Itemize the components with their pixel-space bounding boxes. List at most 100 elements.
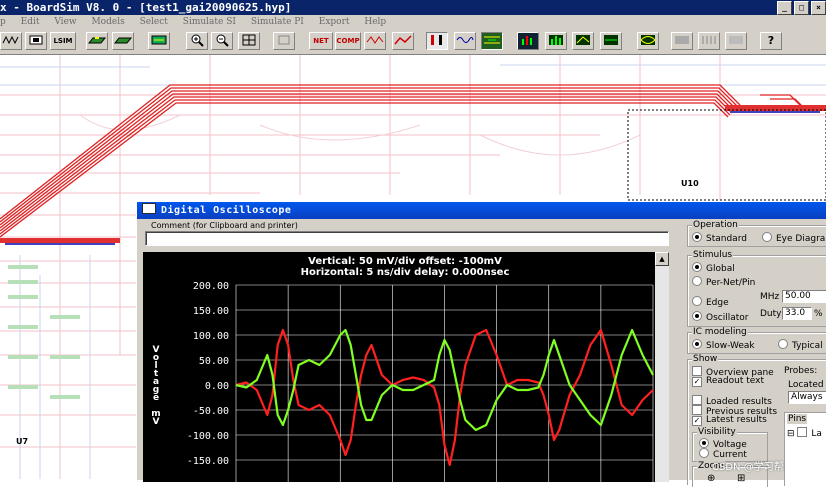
spectrum-button[interactable] bbox=[517, 32, 539, 50]
per-net-radio[interactable]: Per-Net/Pin bbox=[692, 276, 755, 288]
menu-simulate-pi[interactable]: Simulate PI bbox=[251, 15, 304, 29]
mhz-label: MHz bbox=[760, 292, 780, 302]
disabled-tool-button[interactable] bbox=[273, 32, 295, 50]
readout-text-box: ✓ bbox=[692, 377, 702, 387]
zoom-out-button[interactable] bbox=[211, 32, 233, 50]
visibility-title: Visibility bbox=[697, 427, 737, 437]
readout-text-checkbox[interactable]: ✓ Readout text bbox=[692, 376, 764, 387]
gray-tool-1-icon bbox=[675, 36, 689, 44]
oscilloscope-dialog: Digital Oscilloscope Comment (for Clipbo… bbox=[136, 201, 826, 487]
latest-results-box: ✓ bbox=[692, 416, 702, 426]
bar-chart-button[interactable] bbox=[545, 32, 567, 50]
scope-screen[interactable]: Vertical: 50 mV/div offset: -100mV Horiz… bbox=[143, 252, 667, 482]
app-title: x - BoardSim V8. 0 - [test1_gai20090625.… bbox=[0, 1, 292, 14]
menu-select[interactable]: Select bbox=[140, 15, 168, 29]
waveform-tool-button[interactable] bbox=[0, 32, 22, 50]
green-pads bbox=[8, 265, 80, 399]
oscillator-radio-dot bbox=[692, 311, 702, 321]
global-radio[interactable]: Global bbox=[692, 262, 735, 274]
scope-wave-button[interactable] bbox=[454, 32, 476, 50]
per-net-radio-dot bbox=[692, 276, 702, 286]
oscillator-radio[interactable]: Oscillator bbox=[692, 311, 748, 323]
gray-tool-3-button[interactable] bbox=[725, 32, 747, 50]
slow-weak-radio[interactable]: Slow-Weak bbox=[692, 339, 755, 351]
menu-view[interactable]: View bbox=[54, 15, 76, 29]
pins-tree-item[interactable]: ⊟ La bbox=[787, 427, 822, 439]
y-tick-label: 200.00 bbox=[193, 281, 229, 292]
eye-diagram-label: Eye Diagram bbox=[776, 234, 826, 244]
disabled-tool-icon bbox=[278, 35, 290, 45]
standard-radio-dot bbox=[692, 232, 702, 242]
oscillator-label: Oscillator bbox=[706, 313, 749, 323]
stimulus-title: Stimulus bbox=[692, 250, 734, 260]
eye-mask-button[interactable] bbox=[637, 32, 659, 50]
gray-tool-1-button[interactable] bbox=[671, 32, 693, 50]
maximize-button[interactable]: □ bbox=[794, 1, 809, 15]
lsim-button[interactable]: LSIM bbox=[50, 32, 76, 50]
edge-radio-dot bbox=[692, 296, 702, 306]
previous-results-box bbox=[692, 405, 702, 415]
board-outline-button[interactable] bbox=[148, 32, 170, 50]
global-radio-dot bbox=[692, 262, 702, 272]
show-title: Show bbox=[692, 354, 719, 364]
zoom-in-button[interactable] bbox=[186, 32, 208, 50]
operation-title: Operation bbox=[692, 220, 739, 230]
edge-radio[interactable]: Edge bbox=[692, 296, 729, 308]
green-plane-button[interactable] bbox=[112, 32, 134, 50]
standard-radio[interactable]: Standard bbox=[692, 232, 747, 244]
readout-text-label: Readout text bbox=[706, 376, 764, 386]
operation-group: Operation Standard Eye Diagram bbox=[687, 220, 826, 247]
watermark: CSDN @学习帮 bbox=[712, 462, 784, 473]
eye-diagram-button[interactable] bbox=[481, 32, 503, 50]
mhz-input[interactable]: 50.00 bbox=[782, 290, 826, 303]
gray-tool-2-button[interactable] bbox=[698, 32, 720, 50]
menu-bar: p Edit View Models Select Simulate SI Si… bbox=[0, 15, 826, 29]
located-label: Located bbox=[788, 380, 824, 390]
y-axis-title-char: e bbox=[153, 393, 159, 403]
green-board-button[interactable] bbox=[86, 32, 108, 50]
emc-button[interactable] bbox=[600, 32, 622, 50]
menu-edit[interactable]: Edit bbox=[21, 15, 40, 29]
fit-view-button[interactable] bbox=[238, 32, 260, 50]
probe-button[interactable] bbox=[426, 32, 448, 50]
typical-radio[interactable]: Typical bbox=[778, 339, 823, 351]
minimize-button[interactable]: _ bbox=[777, 1, 792, 15]
comment-input[interactable] bbox=[145, 231, 669, 246]
per-net-label: Per-Net/Pin bbox=[706, 278, 756, 288]
menu-help[interactable]: Help bbox=[364, 15, 386, 29]
menu-models[interactable]: Models bbox=[91, 15, 124, 29]
scroll-up-icon[interactable]: ▲ bbox=[655, 252, 669, 266]
crosstalk-button[interactable] bbox=[364, 32, 386, 50]
pins-list[interactable]: Pins ⊟ La bbox=[784, 412, 826, 486]
menu-file[interactable]: p bbox=[0, 15, 6, 29]
gray-tool-2-icon bbox=[702, 36, 716, 44]
duty-label: Duty bbox=[760, 309, 782, 319]
slow-weak-radio-dot bbox=[692, 339, 702, 349]
sweep-button[interactable] bbox=[572, 32, 594, 50]
help-button[interactable]: ? bbox=[760, 32, 782, 50]
located-select[interactable]: Always bbox=[788, 391, 826, 404]
close-button[interactable]: × bbox=[811, 1, 826, 15]
bga-top-right bbox=[725, 105, 826, 113]
y-tick-label: -200.00 bbox=[187, 481, 229, 482]
standard-label: Standard bbox=[706, 234, 747, 244]
window-icon bbox=[142, 203, 156, 214]
overview-pane-box bbox=[692, 366, 702, 376]
net-button[interactable]: NET bbox=[309, 32, 333, 50]
duty-input[interactable]: 33.0 bbox=[782, 307, 812, 320]
emc-icon bbox=[604, 35, 618, 45]
duty-unit: % bbox=[814, 309, 823, 319]
scope-scrollbar[interactable]: ▲ bbox=[655, 252, 669, 482]
probes-label: Probes: bbox=[784, 366, 818, 376]
board-tool-button[interactable] bbox=[25, 32, 47, 50]
latest-results-checkbox[interactable]: ✓ Latest results bbox=[692, 415, 767, 426]
u10-outline bbox=[627, 109, 826, 201]
signal-button[interactable] bbox=[392, 32, 414, 50]
eye-diagram-radio[interactable]: Eye Diagram bbox=[762, 232, 826, 244]
comp-button[interactable]: COMP bbox=[335, 32, 361, 50]
eye-mask-icon bbox=[640, 35, 656, 45]
zoom-out-icon bbox=[216, 34, 229, 47]
menu-export[interactable]: Export bbox=[319, 15, 350, 29]
comment-label: Comment (for Clipboard and printer) bbox=[151, 221, 298, 230]
menu-simulate-si[interactable]: Simulate SI bbox=[183, 15, 236, 29]
